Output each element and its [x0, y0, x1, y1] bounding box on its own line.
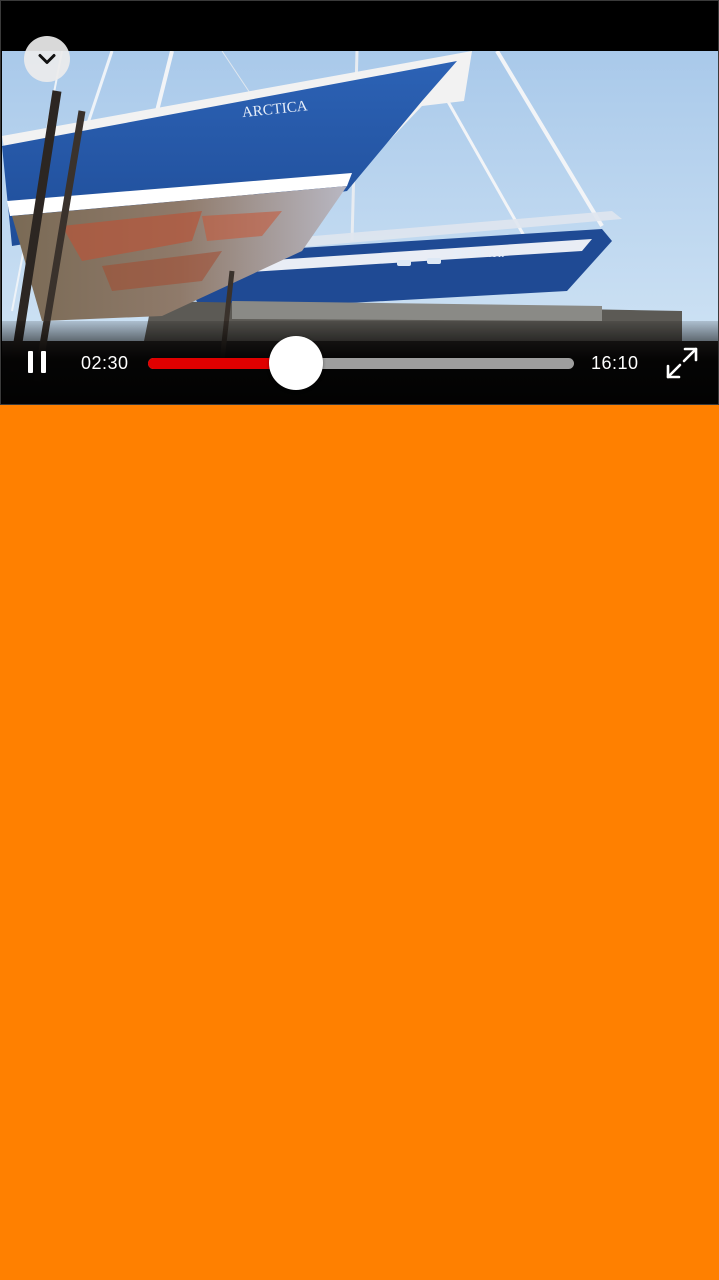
empty-content-area [0, 405, 719, 1280]
fullscreen-icon [666, 347, 698, 379]
chevron-down-icon [38, 54, 56, 64]
progress-thumb[interactable] [268, 336, 323, 390]
fullscreen-button[interactable] [664, 345, 700, 381]
video-player[interactable]: ARCTICA II ARCTICA 02:30 16:10 [0, 0, 719, 405]
current-time: 02:30 [81, 353, 129, 373]
total-time: 16:10 [591, 353, 639, 373]
playback-controls: 02:30 16:10 [2, 321, 718, 404]
collapse-button[interactable] [24, 36, 70, 82]
boat-name-back: ARCTICA II [452, 249, 505, 260]
pause-button[interactable] [22, 347, 52, 377]
progress-bar[interactable] [148, 358, 574, 369]
